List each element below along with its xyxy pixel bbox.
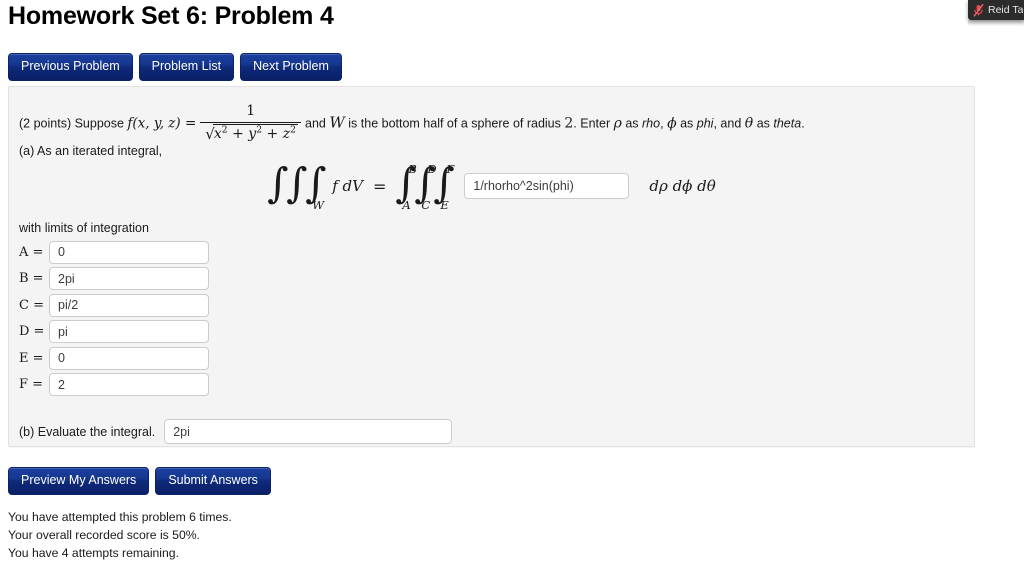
limit-input-a[interactable] [49,240,209,264]
evaluate-integral-input[interactable] [164,419,453,444]
fraction: 1 √x2 + y2 + z2 [200,103,302,144]
limit-input-e[interactable] [49,346,209,370]
microphone-muted-icon[interactable] [973,3,984,17]
theta-symbol: θ [744,115,754,132]
integral-sign-ab: ∫ B A [395,159,417,212]
integral-region-subscript: W [312,198,325,212]
function-definition: f(x, y, z) = [127,115,197,132]
integral-lower-limit-c: C [421,198,431,212]
answer-actions: Preview My Answers Submit Answers [8,467,271,495]
problem-navigation-bar: Previous Problem Problem List Next Probl… [8,53,342,81]
submit-answers-button[interactable]: Submit Answers [155,467,271,495]
preview-answers-button[interactable]: Preview My Answers [8,467,150,495]
phi-word: phi [696,116,714,131]
overlay-drop-shadow [968,20,1024,26]
remaining-attempts-message: You have 4 attempts remaining. [8,545,179,560]
participant-name: Reid Ta [988,4,1024,16]
limit-label-c: C = [19,297,44,313]
differentials: dρ dϕ dθ [649,177,716,195]
score-message: Your overall recorded score is 50%. [8,527,200,542]
limit-input-c[interactable] [49,293,209,317]
limit-row: E = [19,345,209,372]
integral-sign-1: ∫ [267,159,289,207]
previous-problem-button[interactable]: Previous Problem [8,53,133,81]
attempts-message: You have attempted this problem 6 times. [8,510,232,524]
limit-label-d: D = [19,324,45,340]
integral-sign-2: ∫ [286,159,308,207]
limit-label-e: E = [19,350,44,366]
attempt-status: You have attempted this problem 6 times.… [8,509,232,562]
problem-panel: (2 points) Suppose f(x, y, z) = 1 √x2 + y2… [8,86,975,447]
limit-input-d[interactable] [49,320,209,344]
page-title: Homework Set 6: Problem 4 [8,2,334,30]
limit-input-b[interactable] [49,267,209,291]
phi-symbol: ϕ [667,115,677,132]
middle-text: and [305,116,326,131]
integral-upper-limit-f: F [446,162,455,176]
limit-row: D = [19,319,209,346]
part-b-section: (b) Evaluate the integral. [19,419,453,444]
limit-row: C = [19,292,209,319]
limits-of-integration-list: A = B = C = D = E = F = [19,239,209,398]
limit-label-a: A = [19,244,44,260]
participant-overlay-widget[interactable]: Reid Ta [968,0,1024,20]
tail-text-1: is the bottom half of a sphere of radius [348,116,561,131]
region-symbol: W [329,113,345,132]
square-root: √x2 + y2 + z2 [203,123,299,144]
fraction-denominator: √x2 + y2 + z2 [200,123,301,144]
iterated-integral-equation: ∫ ∫ ∫ W f dV = ∫ B A ∫ D C ∫ F E 1/rhorh… [9,159,974,213]
integral-sign-ef: ∫ F E [433,159,455,212]
rho-as: as [625,116,639,131]
theta-as: as [756,116,770,131]
integral-lower-limit-e: E [440,198,449,212]
limit-label-b: B = [19,271,44,287]
phi-as: as [680,116,694,131]
rho-word: rho [642,116,661,131]
limits-of-integration-label: with limits of integration [19,221,149,235]
period: . [801,116,805,131]
points-prefix: (2 points) Suppose [19,116,124,131]
part-a-label: (a) As an iterated integral, [19,144,163,158]
integral-sign-3: ∫ W [305,159,327,213]
limit-label-f: F = [19,377,44,393]
limit-row: F = [19,372,209,399]
integral-lower-limit-a: A [402,198,411,212]
radicand: x2 + y2 + z2 [212,123,299,142]
fraction-numerator: 1 [246,103,256,119]
limit-input-f[interactable] [49,373,209,397]
integral-sign-cd: ∫ D C [414,159,437,212]
integrand-input[interactable] [464,173,630,199]
comma-1: , [660,116,664,131]
tail-text-2: . Enter [573,116,611,131]
problem-list-button[interactable]: Problem List [138,53,235,81]
integrand-lhs: f dV [332,177,363,195]
problem-statement: (2 points) Suppose f(x, y, z) = 1 √x2 + y2… [19,103,964,144]
and-word: , and [713,116,742,131]
rho-symbol: ρ [613,115,622,132]
theta-word: theta [773,116,802,131]
radius-value: 2 [564,115,574,132]
limit-row: A = [19,239,209,266]
part-b-label: (b) Evaluate the integral. [19,424,156,439]
limit-row: B = [19,266,209,293]
next-problem-button[interactable]: Next Problem [240,53,342,81]
equals-sign: = [372,176,387,196]
